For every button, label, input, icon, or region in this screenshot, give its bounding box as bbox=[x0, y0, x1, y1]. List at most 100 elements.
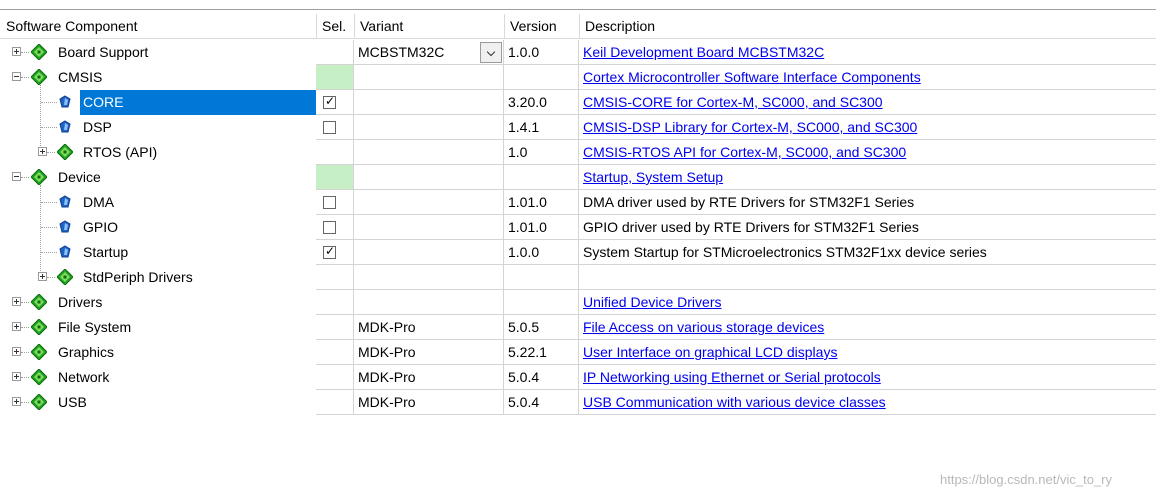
description-link[interactable]: Unified Device Drivers bbox=[583, 294, 721, 310]
tree-node[interactable]: StdPeriph Drivers bbox=[0, 265, 316, 290]
component-row[interactable]: StdPeriph Drivers bbox=[0, 265, 1156, 290]
expand-icon[interactable] bbox=[38, 147, 47, 156]
component-row[interactable]: USB MDK-Pro 5.0.4 USB Communication with va… bbox=[0, 390, 1156, 415]
version-cell: 1.01.0 bbox=[504, 190, 579, 215]
description-cell[interactable]: IP Networking using Ethernet or Serial p… bbox=[579, 365, 1156, 390]
tree-node-label[interactable]: Graphics bbox=[55, 340, 117, 365]
tree-node[interactable]: GPIO bbox=[0, 215, 316, 240]
component-row[interactable]: Drivers Unified Device Drivers bbox=[0, 290, 1156, 315]
description-cell[interactable]: Unified Device Drivers bbox=[579, 290, 1156, 315]
green-diamond-icon bbox=[30, 293, 48, 311]
description-cell[interactable]: Keil Development Board MCBSTM32C bbox=[579, 40, 1156, 65]
component-row[interactable]: GPIO 1.01.0 GPIO driver used by RTE Driver… bbox=[0, 215, 1156, 240]
description-link[interactable]: Cortex Microcontroller Software Interfac… bbox=[583, 69, 921, 85]
description-cell[interactable]: USB Communication with various device cl… bbox=[579, 390, 1156, 415]
variant-value: MCBSTM32C bbox=[358, 44, 445, 60]
sel-cell[interactable] bbox=[316, 190, 354, 215]
checkbox-unchecked[interactable] bbox=[323, 221, 336, 234]
expand-icon[interactable] bbox=[12, 322, 21, 331]
component-row[interactable]: Device Startup, System Setup bbox=[0, 165, 1156, 190]
tree-node[interactable]: RTOS (API) bbox=[0, 140, 316, 165]
description-cell[interactable]: CMSIS-RTOS API for Cortex-M, SC000, and … bbox=[579, 140, 1156, 165]
tree-node[interactable]: File System bbox=[0, 315, 316, 340]
variant-cell bbox=[354, 290, 504, 315]
tree-node[interactable]: CMSIS bbox=[0, 65, 316, 90]
component-row[interactable]: CORE ✓ 3.20.0 CMSIS-CORE for Cortex-M, SC00… bbox=[0, 90, 1156, 115]
tree-node[interactable]: DMA bbox=[0, 190, 316, 215]
component-row[interactable]: DMA 1.01.0 DMA driver used by RTE Drivers … bbox=[0, 190, 1156, 215]
tree-node-label[interactable]: USB bbox=[55, 390, 90, 415]
sel-cell[interactable] bbox=[316, 115, 354, 140]
description-link[interactable]: IP Networking using Ethernet or Serial p… bbox=[583, 369, 881, 385]
column-header-component[interactable]: Software Component bbox=[0, 14, 316, 38]
tree-node-label[interactable]: Startup bbox=[80, 240, 131, 265]
collapse-icon[interactable] bbox=[12, 172, 21, 181]
checkbox-checked[interactable]: ✓ bbox=[323, 94, 336, 109]
tree-node-label[interactable]: DSP bbox=[80, 115, 115, 140]
column-header-description[interactable]: Description bbox=[579, 14, 1156, 38]
description-cell[interactable]: User Interface on graphical LCD displays bbox=[579, 340, 1156, 365]
sel-cell[interactable] bbox=[316, 215, 354, 240]
component-row[interactable]: Network MDK-Pro 5.0.4 IP Networking using E… bbox=[0, 365, 1156, 390]
tree-node[interactable]: Network bbox=[0, 365, 316, 390]
description-link[interactable]: Keil Development Board MCBSTM32C bbox=[583, 44, 824, 60]
description-link[interactable]: USB Communication with various device cl… bbox=[583, 394, 886, 410]
description-link[interactable]: CMSIS-DSP Library for Cortex-M, SC000, a… bbox=[583, 119, 917, 135]
tree-node[interactable]: Startup bbox=[0, 240, 316, 265]
tree-node-label[interactable]: Network bbox=[55, 365, 112, 390]
expand-icon[interactable] bbox=[12, 372, 21, 381]
tree-node[interactable]: Device bbox=[0, 165, 316, 190]
expand-icon[interactable] bbox=[38, 272, 47, 281]
description-cell[interactable]: File Access on various storage devices bbox=[579, 315, 1156, 340]
tree-node[interactable]: Drivers bbox=[0, 290, 316, 315]
tree-node-label[interactable]: CMSIS bbox=[55, 65, 105, 90]
component-row[interactable]: CMSIS Cortex Microcontroller Software Int… bbox=[0, 65, 1156, 90]
expand-icon[interactable] bbox=[12, 397, 21, 406]
tree-node[interactable]: Board Support bbox=[0, 40, 316, 65]
component-row[interactable]: Board Support MCBSTM32C 1.0.0 Keil Developm… bbox=[0, 40, 1156, 65]
tree-node-label[interactable]: CORE bbox=[80, 90, 316, 115]
version-cell: 1.0 bbox=[504, 140, 579, 165]
description-link[interactable]: File Access on various storage devices bbox=[583, 319, 824, 335]
variant-value: MDK-Pro bbox=[358, 344, 416, 360]
tree-node-label[interactable]: GPIO bbox=[80, 215, 121, 240]
description-link[interactable]: Startup, System Setup bbox=[583, 169, 723, 185]
expand-icon[interactable] bbox=[12, 347, 21, 356]
variant-dropdown-button[interactable] bbox=[480, 42, 502, 63]
tree-node-label[interactable]: Device bbox=[55, 165, 104, 190]
description-cell[interactable]: CMSIS-DSP Library for Cortex-M, SC000, a… bbox=[579, 115, 1156, 140]
description-cell[interactable]: Cortex Microcontroller Software Interfac… bbox=[579, 65, 1156, 90]
checkbox-checked[interactable]: ✓ bbox=[323, 244, 336, 259]
component-row[interactable]: Startup ✓ 1.0.0 System Startup for STMicroe… bbox=[0, 240, 1156, 265]
column-header-version[interactable]: Version bbox=[504, 14, 579, 38]
tree-node[interactable]: USB bbox=[0, 390, 316, 415]
tree-node[interactable]: DSP bbox=[0, 115, 316, 140]
tree-guide-line bbox=[21, 177, 29, 179]
column-header-sel[interactable]: Sel. bbox=[316, 14, 354, 38]
description-link[interactable]: CMSIS-CORE for Cortex-M, SC000, and SC30… bbox=[583, 94, 883, 110]
expand-icon[interactable] bbox=[12, 297, 21, 306]
checkbox-unchecked[interactable] bbox=[323, 196, 336, 209]
tree-node-label[interactable]: File System bbox=[55, 315, 134, 340]
sel-cell[interactable]: ✓ bbox=[316, 90, 354, 115]
tree-node[interactable]: CORE bbox=[0, 90, 316, 115]
tree-node-label[interactable]: Board Support bbox=[55, 40, 151, 65]
tree-node-label[interactable]: RTOS (API) bbox=[80, 140, 160, 165]
tree-node-label[interactable]: Drivers bbox=[55, 290, 105, 315]
checkbox-unchecked[interactable] bbox=[323, 121, 336, 134]
description-cell[interactable]: CMSIS-CORE for Cortex-M, SC000, and SC30… bbox=[579, 90, 1156, 115]
description-link[interactable]: CMSIS-RTOS API for Cortex-M, SC000, and … bbox=[583, 144, 906, 160]
description-cell[interactable]: Startup, System Setup bbox=[579, 165, 1156, 190]
sel-cell[interactable]: ✓ bbox=[316, 240, 354, 265]
component-row[interactable]: RTOS (API) 1.0 CMSIS-RTOS API for Cortex-M… bbox=[0, 140, 1156, 165]
expand-icon[interactable] bbox=[12, 47, 21, 56]
tree-node[interactable]: Graphics bbox=[0, 340, 316, 365]
component-row[interactable]: File System MDK-Pro 5.0.5 File Access on va… bbox=[0, 315, 1156, 340]
tree-node-label[interactable]: DMA bbox=[80, 190, 117, 215]
column-header-variant[interactable]: Variant bbox=[354, 14, 504, 38]
component-row[interactable]: DSP 1.4.1 CMSIS-DSP Library for Cortex-M, … bbox=[0, 115, 1156, 140]
collapse-icon[interactable] bbox=[12, 72, 21, 81]
tree-node-label[interactable]: StdPeriph Drivers bbox=[80, 265, 196, 290]
component-row[interactable]: Graphics MDK-Pro 5.22.1 User Interface on g… bbox=[0, 340, 1156, 365]
description-link[interactable]: User Interface on graphical LCD displays bbox=[583, 344, 837, 360]
